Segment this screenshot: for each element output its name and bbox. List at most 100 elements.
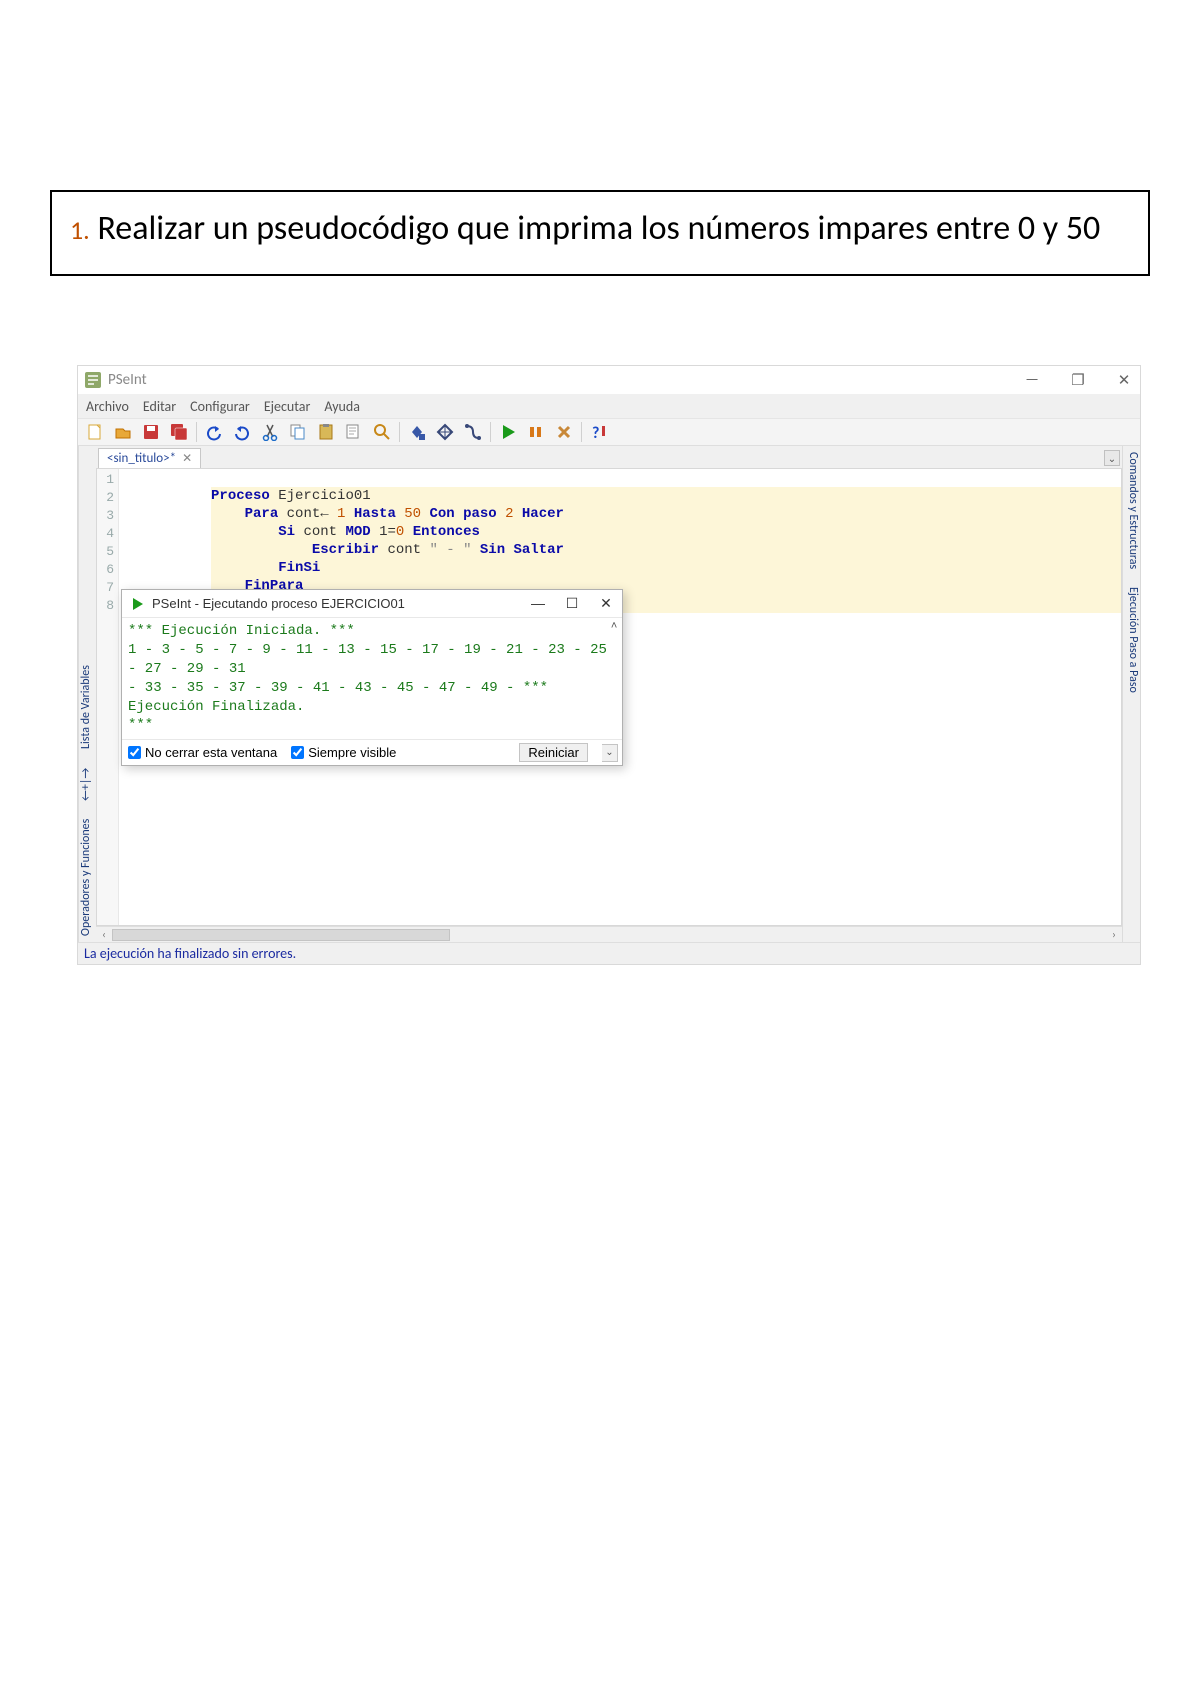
checkbox-no-cerrar[interactable]: No cerrar esta ventana (128, 745, 277, 760)
tab-sin-titulo[interactable]: <sin_titulo>* ✕ (98, 448, 201, 468)
workspace: Operadores y Funciones ←+|→ Lista de Var… (78, 446, 1140, 942)
toolbar-undo-icon[interactable] (201, 420, 227, 444)
kw-para: Para (245, 506, 279, 522)
window-close-button[interactable]: ✕ (1112, 371, 1136, 390)
scroll-left-icon[interactable]: ‹ (96, 928, 112, 941)
editor-column: <sin_titulo>* ✕ ⌄ 1 2 3 4 5 6 7 8 (96, 446, 1122, 942)
toolbar-help-icon[interactable]: ? (586, 420, 612, 444)
toolbar-redo-icon[interactable] (229, 420, 255, 444)
toolbar-cut-icon[interactable] (257, 420, 283, 444)
exec-maximize-button[interactable]: ☐ (562, 595, 582, 612)
window-maximize-button[interactable]: ❐ (1066, 371, 1090, 390)
toolbar-nschart-icon[interactable] (432, 420, 458, 444)
num: 2 (505, 506, 513, 522)
toolbar-new-icon[interactable] (82, 420, 108, 444)
panel-separator-icon: ←+|→ (79, 767, 96, 800)
toolbar-separator (399, 422, 400, 442)
indent (211, 524, 278, 540)
app-icon (84, 371, 102, 389)
toolbar-saveall-icon[interactable] (166, 420, 192, 444)
kw-finsi: FinSi (278, 560, 320, 576)
toolbar-step-icon[interactable] (523, 420, 549, 444)
scroll-thumb[interactable] (112, 929, 450, 941)
kw-escribir: Escribir (312, 542, 379, 558)
panel-operadores-funciones[interactable]: Operadores y Funciones (79, 819, 96, 936)
execution-window: PSeInt - Ejecutando proceso EJERCICIO01 … (121, 589, 623, 766)
menu-archivo[interactable]: Archivo (86, 398, 129, 415)
toolbar: ? (78, 418, 1140, 446)
menubar: Archivo Editar Configurar Ejecutar Ayuda (78, 394, 1140, 418)
status-text: La ejecución ha finalizado sin errores. (84, 945, 296, 962)
toolbar-stop-icon[interactable] (551, 420, 577, 444)
gutter: 1 2 3 4 5 6 7 8 (97, 469, 119, 925)
checkbox-label: No cerrar esta ventana (145, 745, 277, 760)
exec-title: PSeInt - Ejecutando proceso EJERCICIO01 (152, 596, 405, 611)
exec-line: - 33 - 35 - 37 - 39 - 41 - 43 - 45 - 47 … (128, 679, 608, 717)
toolbar-copy-icon[interactable] (285, 420, 311, 444)
text: 1= (371, 524, 396, 540)
line-number: 7 (97, 579, 114, 597)
svg-text:?: ? (592, 424, 599, 441)
indent (211, 542, 312, 558)
checkbox-siempre-visible[interactable]: Siempre visible (291, 745, 396, 760)
menu-editar[interactable]: Editar (143, 398, 176, 415)
tab-row: <sin_titulo>* ✕ ⌄ (96, 446, 1122, 468)
checkbox-input[interactable] (291, 746, 304, 759)
exercise-number: 1. (70, 214, 90, 246)
horizontal-scrollbar[interactable]: ‹ › (96, 926, 1122, 942)
tab-label: <sin_titulo>* (107, 451, 176, 466)
scroll-track[interactable] (112, 928, 1106, 942)
toolbar-find-icon[interactable] (341, 420, 367, 444)
toolbar-separator (581, 422, 582, 442)
kw-si: Si (278, 524, 295, 540)
exercise-text: Realizar un pseudocódigo que imprima los… (97, 208, 1100, 249)
menu-ayuda[interactable]: Ayuda (324, 398, 360, 415)
panel-lista-variables[interactable]: Lista de Variables (79, 665, 96, 749)
kw-mod: MOD (345, 524, 370, 540)
line-number: 2 (97, 489, 114, 507)
exec-output: ˄ *** Ejecución Iniciada. *** 1 - 3 - 5 … (122, 618, 622, 739)
exec-minimize-button[interactable]: — (528, 595, 548, 612)
indent (211, 506, 245, 522)
toolbar-save-icon[interactable] (138, 420, 164, 444)
kw-sinsaltar: Sin Saltar (472, 542, 564, 558)
toolbar-paste-icon[interactable] (313, 420, 339, 444)
text: cont (295, 524, 345, 540)
pseint-window: PSeInt — ❐ ✕ Archivo Editar Configurar E… (77, 365, 1141, 965)
tab-close-icon[interactable]: ✕ (182, 451, 192, 466)
line-number: 3 (97, 507, 114, 525)
menu-configurar[interactable]: Configurar (190, 398, 250, 415)
line-number: 5 (97, 543, 114, 561)
scroll-right-icon[interactable]: › (1106, 928, 1122, 941)
toolbar-flowchart-icon[interactable] (404, 420, 430, 444)
scroll-up-icon[interactable]: ˄ (608, 620, 620, 634)
kw-hasta: Hasta (345, 506, 404, 522)
panel-comandos-estructuras[interactable]: Comandos y Estructuras (1123, 452, 1140, 569)
toolbar-run-icon[interactable] (495, 420, 521, 444)
toolbar-open-icon[interactable] (110, 420, 136, 444)
line-number: 4 (97, 525, 114, 543)
tab-dropdown-icon[interactable]: ⌄ (1104, 450, 1120, 466)
exercise-box: 1. Realizar un pseudocódigo que imprima … (50, 190, 1150, 276)
toolbar-separator (490, 422, 491, 442)
window-minimize-button[interactable]: — (1020, 371, 1044, 390)
exec-footer: No cerrar esta ventana Siempre visible R… (122, 739, 622, 765)
panel-ejecucion-paso[interactable]: Ejecución Paso a Paso (1123, 587, 1140, 693)
exec-app-icon (130, 596, 146, 612)
kw-proceso: Proceso (211, 488, 270, 504)
toolbar-indent-icon[interactable] (369, 420, 395, 444)
exec-line: *** Ejecución Iniciada. *** (128, 622, 608, 641)
kw-hacer: Hacer (514, 506, 564, 522)
exec-close-button[interactable]: ✕ (596, 595, 616, 612)
code-editor[interactable]: 1 2 3 4 5 6 7 8 Proceso Ejercicio01 Para… (96, 468, 1122, 926)
reiniciar-button[interactable]: Reiniciar (519, 743, 588, 762)
toolbar-desk-icon[interactable] (460, 420, 486, 444)
text: cont (379, 542, 429, 558)
menu-ejecutar[interactable]: Ejecutar (264, 398, 311, 415)
left-side-panels: Operadores y Funciones ←+|→ Lista de Var… (78, 446, 96, 942)
text: cont← (278, 506, 337, 522)
line-number: 6 (97, 561, 114, 579)
reiniciar-dropdown-icon[interactable]: ⌄ (602, 744, 618, 762)
right-side-panels: Comandos y Estructuras Ejecución Paso a … (1122, 446, 1140, 942)
checkbox-input[interactable] (128, 746, 141, 759)
